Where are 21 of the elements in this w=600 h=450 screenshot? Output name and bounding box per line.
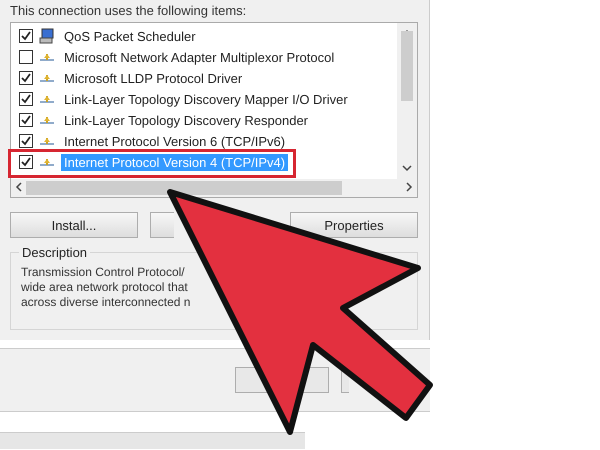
properties-button[interactable]: Properties [290, 212, 418, 238]
list-item[interactable]: Microsoft LLDP Protocol Driver [61, 70, 246, 86]
list-item[interactable]: QoS Packet Scheduler [61, 28, 199, 44]
list-item[interactable]: Link-Layer Topology Discovery Mapper I/O Driver [61, 90, 351, 108]
checkbox[interactable] [19, 71, 33, 85]
checkbox[interactable] [19, 134, 33, 148]
checkbox[interactable] [19, 50, 33, 64]
description-text: Transmission Control Protocol/ wide area network protocol that across diverse interconnected n [21, 265, 192, 310]
horizontal-scrollbar[interactable] [11, 179, 417, 197]
install-button[interactable]: Install... [10, 212, 138, 238]
checkbox[interactable] [19, 29, 33, 43]
group-title: Description [19, 245, 90, 260]
vertical-scrollbar[interactable] [397, 23, 417, 179]
computer-icon [39, 28, 55, 44]
list-item[interactable]: Link-Layer Topology Discovery Responder [61, 112, 311, 128]
list-item[interactable]: Microsoft Network Adapter Multiplexor Protocol [61, 48, 338, 66]
checkbox[interactable] [19, 113, 33, 127]
section-label: This connection uses the following items: [10, 2, 248, 20]
checkbox[interactable] [19, 92, 33, 106]
list-item[interactable]: Internet Protocol Version 6 (TCP/IPv6) [61, 132, 288, 150]
checkbox[interactable] [19, 155, 33, 169]
